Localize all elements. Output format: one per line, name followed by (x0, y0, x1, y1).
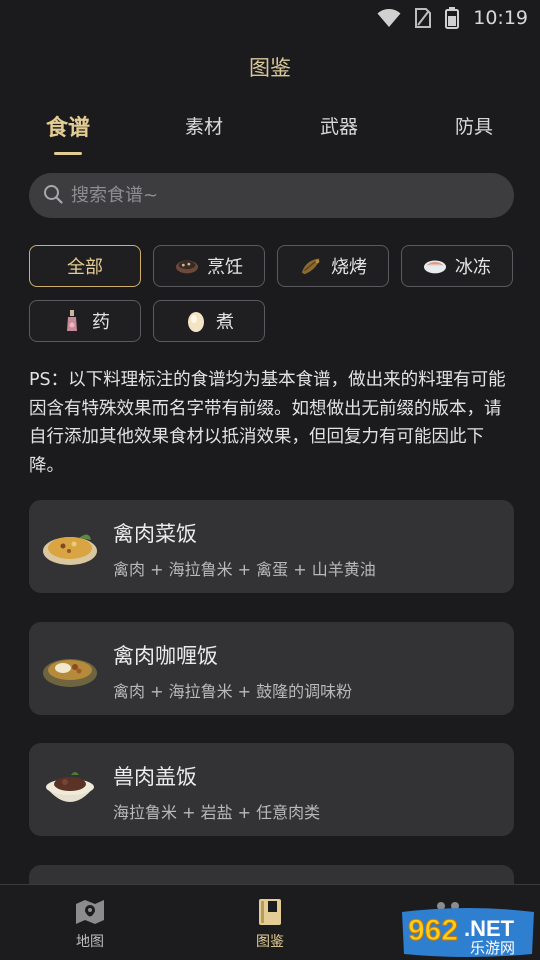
tab-weapons[interactable]: 武器 (307, 112, 371, 139)
cooked-dish-icon (175, 256, 199, 276)
watermark-suffix: .NET (464, 916, 515, 941)
curry-rice-icon (41, 640, 99, 696)
no-sim-icon (415, 8, 432, 28)
nav-map[interactable]: 地图 (50, 897, 130, 951)
search-input[interactable] (71, 185, 491, 206)
filter-boil[interactable]: 煮 (153, 300, 265, 342)
recipe-card-partial[interactable] (29, 865, 514, 884)
recipe-ingredients: 禽肉 + 海拉鲁米 + 鼓隆的调味粉 (113, 682, 353, 701)
book-icon (230, 897, 310, 927)
elixir-bottle-icon (60, 310, 84, 331)
filter-label: 药 (92, 312, 110, 333)
watermark-number: 962 (408, 914, 458, 947)
filter-elixir[interactable]: 药 (29, 300, 141, 342)
filter-all[interactable]: 全部 (29, 245, 141, 287)
battery-icon (445, 7, 460, 29)
roasted-food-icon (299, 256, 323, 276)
recipe-card[interactable]: 禽肉咖喱饭 禽肉 + 海拉鲁米 + 鼓隆的调味粉 (29, 622, 514, 715)
site-watermark-logo: 962 .NET 乐游网 (398, 906, 538, 958)
recipe-ingredients: 禽肉 + 海拉鲁米 + 禽蛋 + 山羊黄油 (113, 560, 376, 579)
recipe-name: 禽肉咖喱饭 (113, 644, 218, 668)
active-tab-indicator (54, 152, 82, 155)
filter-label: 冰冻 (455, 257, 491, 278)
nav-codex[interactable]: 图鉴 (230, 897, 310, 951)
boiled-egg-icon (184, 311, 208, 332)
watermark-site: 乐游网 (470, 939, 515, 957)
wifi-icon (377, 8, 401, 28)
recipe-card[interactable]: 兽肉盖饭 海拉鲁米 + 岩盐 + 任意肉类 (29, 743, 514, 836)
filter-cooking[interactable]: 烹饪 (153, 245, 265, 287)
filter-label: 全部 (67, 257, 103, 278)
filter-label: 烧烤 (331, 257, 367, 278)
nav-label: 图鉴 (256, 934, 284, 950)
filter-frozen[interactable]: 冰冻 (401, 245, 513, 287)
status-time: 10:19 (473, 7, 528, 29)
map-icon (50, 897, 130, 927)
tab-materials[interactable]: 素材 (172, 112, 236, 139)
meat-bowl-icon (41, 761, 99, 817)
recipe-card[interactable]: 禽肉菜饭 禽肉 + 海拉鲁米 + 禽蛋 + 山羊黄油 (29, 500, 514, 593)
recipe-ingredients: 海拉鲁米 + 岩盐 + 任意肉类 (113, 803, 321, 822)
recipe-name: 兽肉盖饭 (113, 765, 197, 789)
frozen-food-icon (423, 256, 447, 276)
search-bar[interactable] (29, 173, 514, 218)
category-tabs: 食谱 素材 武器 防具 (0, 112, 540, 160)
fried-rice-icon (41, 518, 99, 574)
tab-armor[interactable]: 防具 (442, 112, 506, 139)
page-title: 图鉴 (249, 56, 291, 80)
search-icon (43, 184, 63, 208)
nav-label: 地图 (76, 934, 104, 950)
tab-recipes[interactable]: 食谱 (36, 110, 100, 142)
filter-label: 烹饪 (207, 257, 243, 278)
filter-label: 煮 (216, 312, 234, 333)
filter-grill[interactable]: 烧烤 (277, 245, 389, 287)
recipe-notice: PS：以下料理标注的食谱均为基本食谱，做出来的料理有可能因含有特殊效果而名字带有… (29, 370, 506, 476)
recipe-name: 禽肉菜饭 (113, 522, 197, 546)
status-bar: 10:19 (0, 0, 540, 36)
